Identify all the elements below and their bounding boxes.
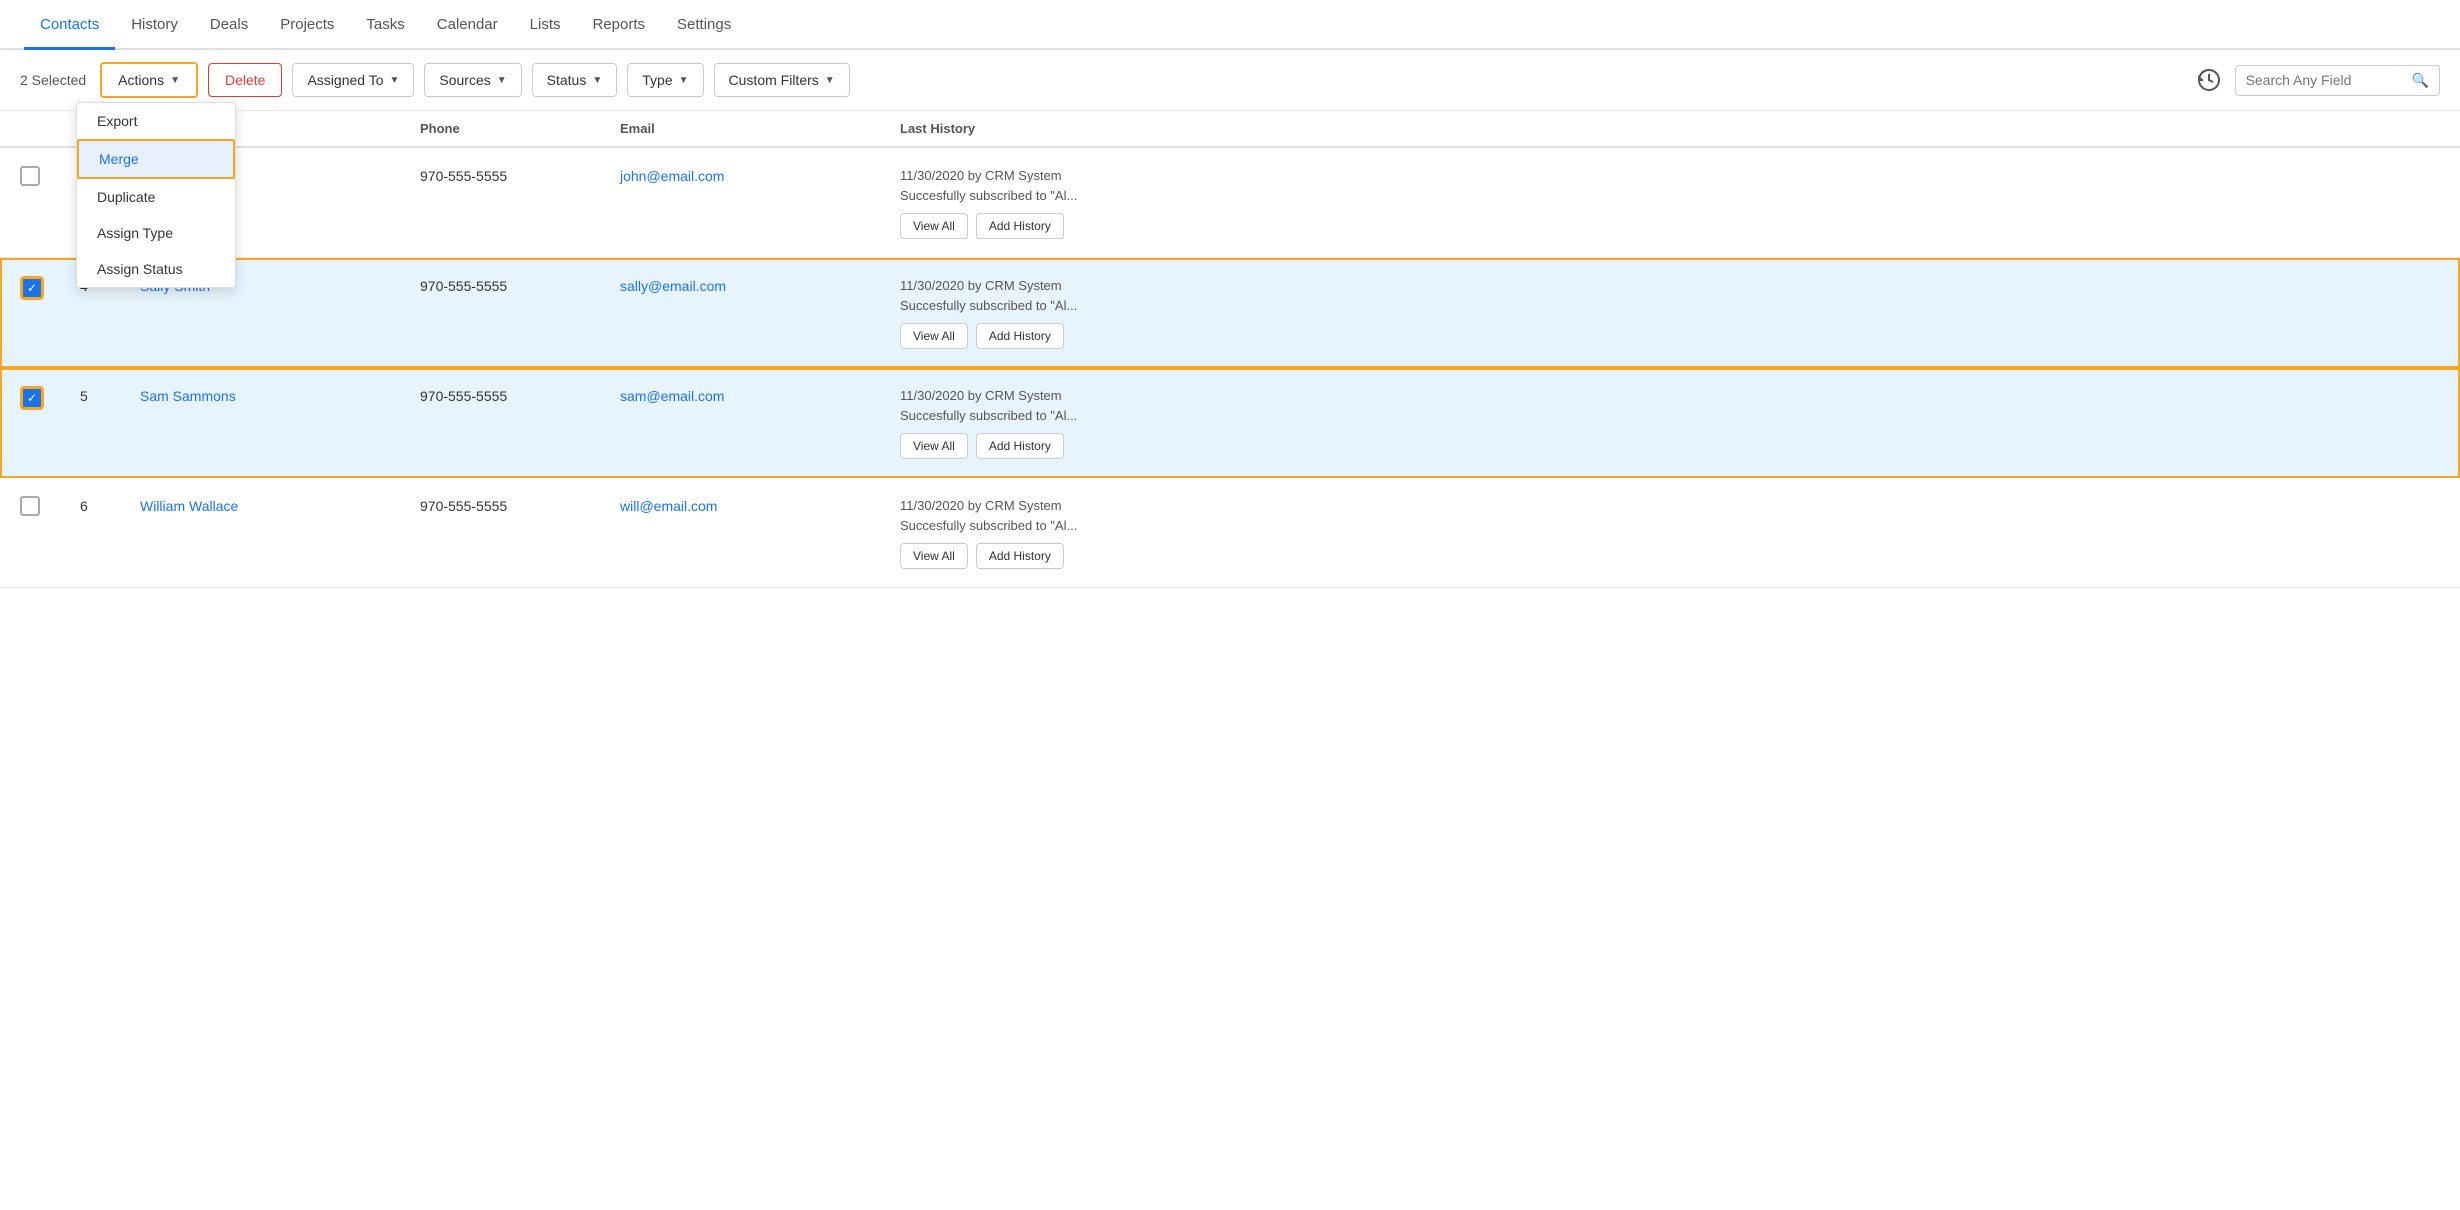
type-filter[interactable]: Type ▼ — [627, 63, 703, 97]
custom-filters-button[interactable]: Custom Filters ▼ — [714, 63, 850, 97]
phone-sam-sammons: 970-555-5555 — [420, 386, 507, 404]
row-id-5: 5 — [80, 386, 88, 404]
view-all-sam-sammons[interactable]: View All — [900, 433, 968, 459]
view-all-william-wallace[interactable]: View All — [900, 543, 968, 569]
custom-filters-label: Custom Filters — [729, 72, 819, 88]
actions-dropdown-arrow: ▼ — [170, 75, 180, 86]
actions-dropdown-menu: Export Merge Duplicate Assign Type Assig… — [76, 102, 236, 288]
header-checkbox — [20, 121, 80, 136]
row-checkbox-4[interactable]: ✓ — [20, 276, 44, 300]
table-row: 3 John Jones 970-555-5555 john@email.com… — [0, 148, 2460, 258]
contacts-table: 3 John Jones 970-555-5555 john@email.com… — [0, 148, 2460, 588]
nav-contacts[interactable]: Contacts — [24, 0, 115, 50]
row-checkbox-3[interactable] — [20, 166, 40, 186]
nav-bar: Contacts History Deals Projects Tasks Ca… — [0, 0, 2460, 50]
search-icon[interactable]: 🔍 — [2412, 72, 2429, 89]
contact-name-william-wallace[interactable]: William Wallace — [140, 496, 238, 514]
nav-reports[interactable]: Reports — [576, 0, 661, 50]
row-checkbox-5[interactable]: ✓ — [20, 386, 44, 410]
delete-button[interactable]: Delete — [208, 63, 282, 97]
last-history-john-jones: 11/30/2020 by CRM SystemSuccesfully subs… — [900, 166, 1077, 205]
search-input[interactable] — [2246, 72, 2406, 88]
menu-export[interactable]: Export — [77, 103, 235, 139]
sources-arrow: ▼ — [497, 75, 507, 86]
email-john-jones[interactable]: john@email.com — [620, 166, 724, 184]
selected-count: 2 Selected — [20, 72, 86, 88]
last-history-sally-smith: 11/30/2020 by CRM SystemSuccesfully subs… — [900, 276, 1077, 315]
row-id-6: 6 — [80, 496, 88, 514]
email-william-wallace[interactable]: will@email.com — [620, 496, 717, 514]
actions-label: Actions — [118, 72, 164, 88]
custom-filters-arrow: ▼ — [825, 75, 835, 86]
nav-projects[interactable]: Projects — [264, 0, 350, 50]
nav-tasks[interactable]: Tasks — [350, 0, 420, 50]
status-label: Status — [547, 72, 587, 88]
header-phone: Phone — [420, 121, 620, 136]
add-history-william-wallace[interactable]: Add History — [976, 543, 1064, 569]
assigned-to-label: Assigned To — [307, 72, 383, 88]
status-filter[interactable]: Status ▼ — [532, 63, 618, 97]
nav-deals[interactable]: Deals — [194, 0, 264, 50]
type-label: Type — [642, 72, 672, 88]
toolbar: 2 Selected Actions ▼ Export Merge Duplic… — [0, 50, 2460, 111]
header-last-history: Last History — [900, 121, 2440, 136]
last-history-sam-sammons: 11/30/2020 by CRM SystemSuccesfully subs… — [900, 386, 1077, 425]
nav-calendar[interactable]: Calendar — [421, 0, 514, 50]
status-arrow: ▼ — [592, 75, 602, 86]
row-checkbox-6[interactable] — [20, 496, 40, 516]
table-row: ✓ 5 Sam Sammons 970-555-5555 sam@email.c… — [0, 368, 2460, 478]
sources-label: Sources — [439, 72, 490, 88]
search-box: 🔍 — [2235, 65, 2440, 96]
email-sally-smith[interactable]: sally@email.com — [620, 276, 726, 294]
type-arrow: ▼ — [679, 75, 689, 86]
nav-lists[interactable]: Lists — [514, 0, 577, 50]
history-clock-icon[interactable] — [2193, 64, 2225, 96]
view-all-john-jones[interactable]: View All — [900, 213, 968, 239]
table-row: 6 William Wallace 970-555-5555 will@emai… — [0, 478, 2460, 588]
email-sam-sammons[interactable]: sam@email.com — [620, 386, 724, 404]
menu-assign-status[interactable]: Assign Status — [77, 251, 235, 287]
add-history-sally-smith[interactable]: Add History — [976, 323, 1064, 349]
menu-merge[interactable]: Merge — [77, 139, 235, 179]
assigned-to-arrow: ▼ — [389, 75, 399, 86]
add-history-sam-sammons[interactable]: Add History — [976, 433, 1064, 459]
assigned-to-filter[interactable]: Assigned To ▼ — [292, 63, 414, 97]
nav-history[interactable]: History — [115, 0, 194, 50]
actions-button[interactable]: Actions ▼ — [100, 62, 198, 98]
last-history-william-wallace: 11/30/2020 by CRM SystemSuccesfully subs… — [900, 496, 1077, 535]
sources-filter[interactable]: Sources ▼ — [424, 63, 521, 97]
table-row: ✓ 4 Sally Smith 970-555-5555 sally@email… — [0, 258, 2460, 368]
phone-william-wallace: 970-555-5555 — [420, 496, 507, 514]
menu-assign-type[interactable]: Assign Type — [77, 215, 235, 251]
table-header: # Contact Name Phone Email Last History — [0, 111, 2460, 148]
phone-sally-smith: 970-555-5555 — [420, 276, 507, 294]
view-all-sally-smith[interactable]: View All — [900, 323, 968, 349]
contact-name-sam-sammons[interactable]: Sam Sammons — [140, 386, 236, 404]
nav-settings[interactable]: Settings — [661, 0, 747, 50]
add-history-john-jones[interactable]: Add History — [976, 213, 1064, 239]
header-email: Email — [620, 121, 900, 136]
menu-duplicate[interactable]: Duplicate — [77, 179, 235, 215]
phone-john-jones: 970-555-5555 — [420, 166, 507, 184]
